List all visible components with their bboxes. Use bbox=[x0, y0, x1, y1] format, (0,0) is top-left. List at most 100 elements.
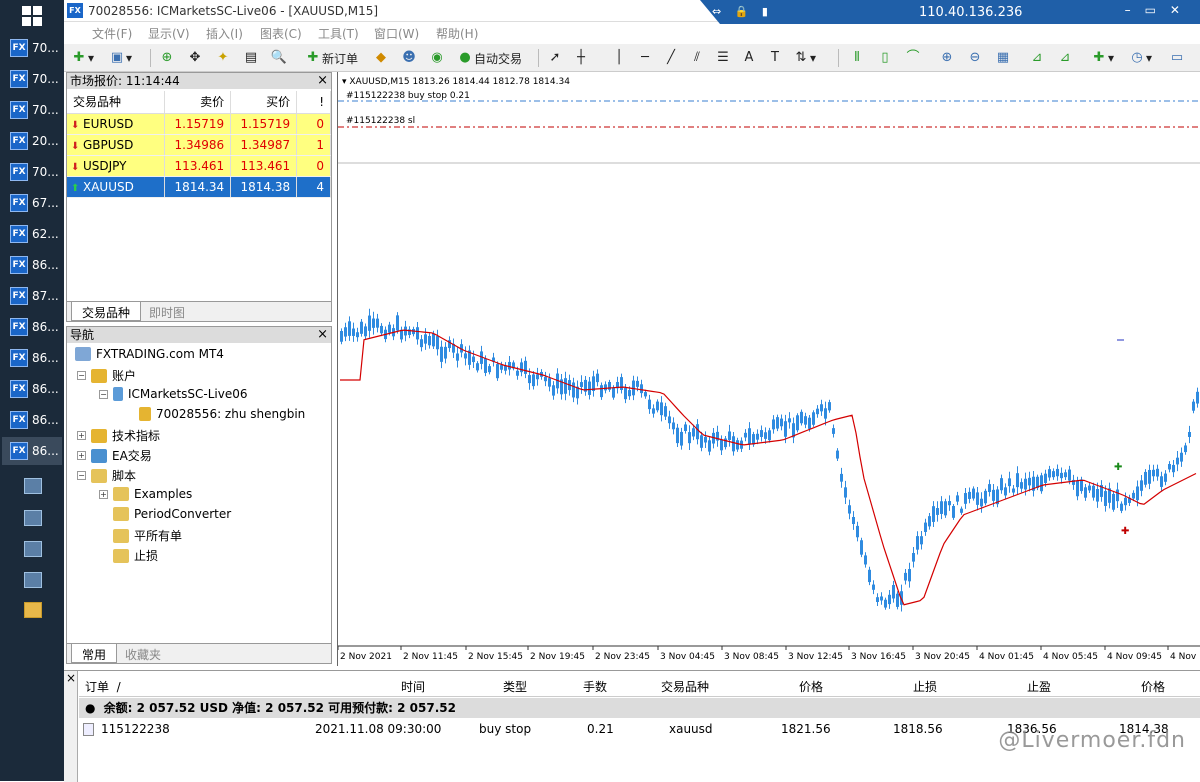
taskbar-item[interactable]: FX 86... bbox=[2, 313, 62, 341]
nav-script-item[interactable]: 止损 bbox=[113, 547, 158, 564]
terminal-button[interactable]: ▤ bbox=[242, 48, 260, 68]
community-button[interactable]: ☻ bbox=[400, 48, 418, 68]
tile-windows-button[interactable]: ▦ bbox=[994, 48, 1012, 68]
col-ask[interactable]: 买价 bbox=[230, 91, 298, 114]
fibo-button[interactable]: ☰ bbox=[714, 48, 732, 68]
menu-item[interactable]: 工具(T) bbox=[318, 25, 359, 42]
label-button[interactable]: T bbox=[766, 48, 784, 68]
expand-icon[interactable]: + bbox=[77, 451, 86, 460]
rdp-window-controls[interactable]: –▭✕ bbox=[1125, 3, 1194, 17]
menu-item[interactable]: 显示(V) bbox=[148, 25, 190, 42]
nav-script-item[interactable]: 平所有单 bbox=[113, 527, 182, 544]
col-sl[interactable]: 止损 bbox=[913, 678, 937, 695]
tab-favorites[interactable]: 收藏夹 bbox=[115, 644, 171, 663]
metaeditor-button[interactable]: ◆ bbox=[372, 48, 390, 68]
taskbar-item[interactable]: FX 87... bbox=[2, 282, 62, 310]
col-tp[interactable]: 止盈 bbox=[1027, 678, 1051, 695]
close-icon[interactable]: × bbox=[66, 671, 76, 685]
nav-indicators[interactable]: + 技术指标 bbox=[77, 427, 160, 444]
text-button[interactable]: A bbox=[740, 48, 758, 68]
col-price[interactable]: 价格 bbox=[799, 678, 823, 695]
arrows-button[interactable]: ⇅ ▾ bbox=[792, 48, 816, 68]
zoom-in-button[interactable]: ⊕ bbox=[938, 48, 956, 68]
crosshair-button[interactable]: ┼ bbox=[572, 48, 590, 68]
menu-item[interactable]: 文件(F) bbox=[92, 25, 132, 42]
nav-script-item[interactable]: PeriodConverter bbox=[113, 507, 231, 521]
taskbar-item[interactable]: FX 86... bbox=[2, 406, 62, 434]
collapse-icon[interactable]: − bbox=[99, 389, 108, 399]
new-order-button[interactable]: ✚ 新订单 bbox=[304, 48, 358, 68]
menu-item[interactable]: 帮助(H) bbox=[436, 25, 478, 42]
nav-accounts[interactable]: − 账户 bbox=[77, 367, 136, 384]
col-current-price[interactable]: 价格 bbox=[1141, 678, 1165, 695]
market-watch-button[interactable]: ⊕ bbox=[158, 48, 176, 68]
collapse-icon[interactable]: − bbox=[77, 371, 86, 380]
price-chart[interactable]: ✚ ✚ 2 Nov 2021 2 Nov 11:45 2 Nov 15:45 2 Nov … bbox=[337, 72, 1200, 666]
trendline-button[interactable]: ╱ bbox=[662, 48, 680, 68]
tab-tick-chart[interactable]: 即时图 bbox=[139, 302, 195, 321]
col-time[interactable]: 时间 bbox=[401, 678, 425, 695]
zoom-out-button[interactable]: ⊖ bbox=[966, 48, 984, 68]
taskbar-item[interactable]: FX 70... bbox=[2, 65, 62, 93]
col-bid[interactable]: 卖价 bbox=[164, 91, 232, 114]
expand-icon[interactable]: + bbox=[77, 431, 86, 440]
window-icon[interactable] bbox=[24, 541, 42, 557]
nav-server[interactable]: − ICMarketsSC-Live06 bbox=[99, 387, 248, 401]
chart-canvas[interactable]: ✚ ✚ 2 Nov 2021 2 Nov 11:45 2 Nov 15:45 2 Nov … bbox=[338, 72, 1200, 666]
nav-ea[interactable]: + EA交易 bbox=[77, 447, 152, 464]
menu-item[interactable]: 插入(I) bbox=[206, 25, 243, 42]
nav-user[interactable]: 70028556: zhu shengbin bbox=[139, 407, 305, 421]
nav-script-item[interactable]: + Examples bbox=[99, 487, 192, 501]
tab-common[interactable]: 常用 bbox=[71, 644, 118, 663]
taskbar-item[interactable]: FX 86... bbox=[2, 344, 62, 372]
col-lots[interactable]: 手数 bbox=[583, 678, 607, 695]
templates-button[interactable]: ▭ bbox=[1168, 48, 1186, 68]
tester-button[interactable]: 🔍 bbox=[270, 48, 288, 68]
bar-chart-button[interactable]: ⫴ bbox=[848, 48, 866, 68]
autoscroll-button[interactable]: ⊿ bbox=[1028, 48, 1046, 68]
vertical-line-button[interactable]: │ bbox=[610, 48, 628, 68]
close-icon[interactable]: × bbox=[317, 327, 328, 343]
nav-root[interactable]: FXTRADING.com MT4 bbox=[75, 347, 224, 361]
taskbar-item[interactable]: FX 86... bbox=[2, 251, 62, 279]
taskbar-item[interactable]: FX 20... bbox=[2, 127, 62, 155]
window-icon[interactable] bbox=[24, 478, 42, 494]
candle-chart-button[interactable]: ▯ bbox=[876, 48, 894, 68]
rdp-pin-icon[interactable]: ⇔ 🔒 ▮ bbox=[712, 5, 773, 18]
close-icon[interactable]: × bbox=[317, 73, 328, 89]
market-watch-row[interactable]: ⬇ EURUSD 1.15719 1.15719 0 bbox=[67, 113, 331, 135]
line-chart-button[interactable]: ⌒ bbox=[904, 48, 922, 68]
taskbar-item[interactable]: FX 86... bbox=[2, 437, 62, 465]
collapse-icon[interactable]: − bbox=[77, 471, 86, 480]
navigator-button[interactable]: ✦ bbox=[214, 48, 232, 68]
col-order[interactable]: 订单 / bbox=[85, 678, 121, 695]
auto-trading-button[interactable]: ● 自动交易 bbox=[456, 48, 522, 68]
menu-item[interactable]: 窗口(W) bbox=[374, 25, 419, 42]
col-symbol[interactable]: 交易品种 bbox=[67, 91, 166, 114]
col-symbol[interactable]: 交易品种 bbox=[661, 678, 709, 695]
market-watch-row[interactable]: ⬇ GBPUSD 1.34986 1.34987 1 bbox=[67, 134, 331, 156]
expand-icon[interactable]: + bbox=[99, 489, 108, 499]
taskbar-item[interactable]: FX 86... bbox=[2, 375, 62, 403]
taskbar-item[interactable]: FX 70... bbox=[2, 34, 62, 62]
window-icon[interactable] bbox=[24, 510, 42, 526]
signals-button[interactable]: ◉ bbox=[428, 48, 446, 68]
col-type[interactable]: 类型 bbox=[503, 678, 527, 695]
chart-shift-button[interactable]: ⊿ bbox=[1056, 48, 1074, 68]
windows-start-icon[interactable] bbox=[22, 6, 42, 26]
market-watch-row[interactable]: ⬇ USDJPY 113.461 113.461 0 bbox=[67, 155, 331, 177]
col-spread[interactable]: ! bbox=[296, 91, 331, 114]
cursor-button[interactable]: ➚ bbox=[546, 48, 564, 68]
taskbar-item[interactable]: FX 70... bbox=[2, 96, 62, 124]
taskbar-item[interactable]: FX 70... bbox=[2, 158, 62, 186]
window-icon[interactable] bbox=[24, 572, 42, 588]
channel-button[interactable]: ⫽ bbox=[688, 48, 706, 68]
profiles-button[interactable]: ▣ ▾ bbox=[108, 48, 132, 68]
market-watch-row[interactable]: ⬆ XAUUSD 1814.34 1814.38 4 bbox=[67, 176, 331, 198]
horizontal-line-button[interactable]: ─ bbox=[636, 48, 654, 68]
taskbar-item[interactable]: FX 67... bbox=[2, 189, 62, 217]
indicators-button[interactable]: ✚ ▾ bbox=[1090, 48, 1114, 68]
tab-symbols[interactable]: 交易品种 bbox=[71, 302, 142, 321]
menu-item[interactable]: 图表(C) bbox=[260, 25, 302, 42]
periods-button[interactable]: ◷ ▾ bbox=[1128, 48, 1152, 68]
